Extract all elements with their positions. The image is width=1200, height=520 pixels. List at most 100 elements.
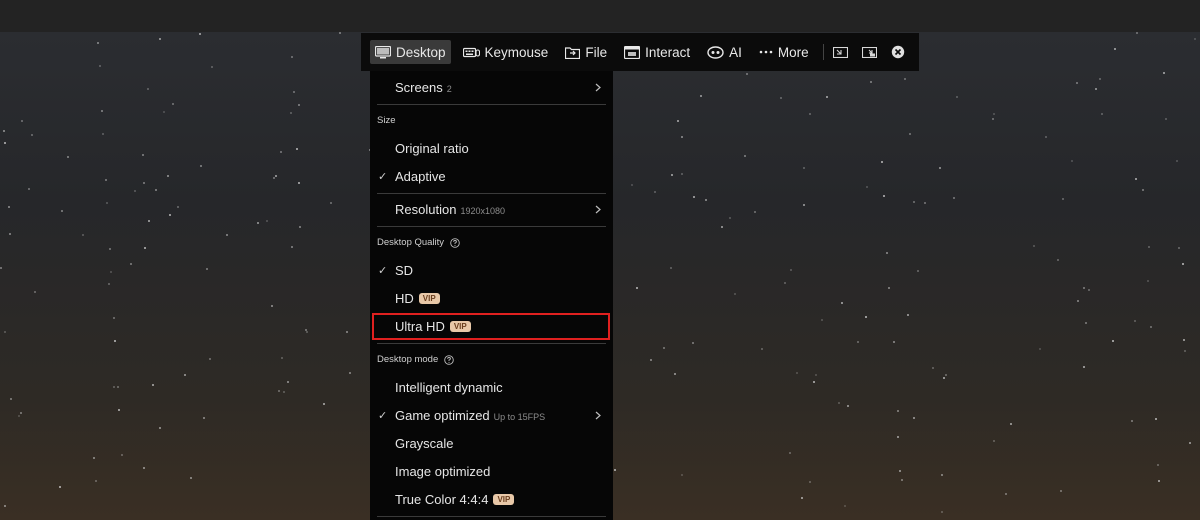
menu-item-hd-label: HD — [395, 291, 414, 306]
menu-item-intelligent-dynamic[interactable]: Intelligent dynamic — [370, 374, 613, 402]
star-dot — [813, 381, 815, 383]
menu-item-image-optimized[interactable]: Image optimized — [370, 458, 613, 486]
toolbar-file-button[interactable]: File — [560, 40, 612, 64]
star-dot — [130, 263, 132, 265]
resolution-value: 1920x1080 — [460, 206, 505, 216]
star-dot — [1033, 245, 1035, 247]
star-dot — [888, 287, 890, 289]
help-circle-icon[interactable] — [444, 355, 455, 365]
ai-robot-icon — [707, 45, 724, 59]
star-dot — [924, 202, 926, 204]
picture-in-picture-button[interactable] — [861, 41, 878, 63]
toolbar-ai-label: AI — [729, 44, 742, 60]
star-dot — [941, 511, 943, 513]
menu-item-grayscale-label: Grayscale — [395, 436, 454, 451]
menu-item-resolution[interactable]: Resolution 1920x1080 — [370, 196, 613, 224]
star-dot — [761, 348, 763, 350]
menu-item-sd-label: SD — [395, 263, 414, 278]
menu-item-true-color[interactable]: True Color 4:4:4 VIP — [370, 486, 613, 514]
screens-count: 2 — [446, 84, 452, 94]
toolbar-ai-button[interactable]: AI — [702, 40, 747, 64]
star-dot — [789, 452, 791, 454]
star-dot — [142, 154, 144, 156]
size-section-header: Size — [377, 115, 396, 126]
star-dot — [206, 268, 208, 270]
minimize-window-button[interactable] — [831, 41, 848, 63]
star-dot — [1155, 418, 1157, 420]
menu-item-game-optimized[interactable]: ✓ Game optimized Up to 15FPS — [370, 402, 613, 430]
menu-item-ultra-hd[interactable]: Ultra HD VIP — [370, 313, 613, 341]
menu-divider — [377, 104, 606, 105]
menu-item-screens[interactable]: Screens 2 — [370, 74, 613, 102]
star-dot — [700, 95, 702, 97]
star-dot — [663, 347, 665, 349]
star-dot — [1076, 82, 1078, 84]
star-dot — [1147, 280, 1149, 282]
toolbar-interact-button[interactable]: Interact — [619, 40, 695, 64]
toolbar-keymouse-label: Keymouse — [484, 44, 549, 60]
star-dot — [290, 112, 292, 114]
star-dot — [99, 65, 101, 67]
star-dot — [899, 470, 901, 472]
star-dot — [1045, 136, 1047, 138]
menu-item-image-optimized-label: Image optimized — [395, 464, 491, 479]
star-dot — [20, 412, 22, 414]
menu-item-adaptive-label: Adaptive — [395, 169, 446, 184]
star-dot — [992, 118, 994, 120]
help-circle-icon[interactable] — [450, 238, 460, 248]
star-dot — [31, 134, 33, 136]
star-dot — [865, 316, 867, 318]
star-dot — [1157, 464, 1159, 466]
star-dot — [147, 88, 149, 90]
menu-item-hd[interactable]: HD VIP — [370, 285, 613, 313]
menu-item-original-ratio-label: Original ratio — [395, 141, 469, 156]
star-dot — [118, 409, 120, 411]
menu-item-sd[interactable]: ✓ SD — [370, 257, 613, 285]
star-dot — [897, 436, 899, 438]
toolbar-keymouse-button[interactable]: Keymouse — [458, 40, 554, 64]
star-dot — [744, 155, 746, 157]
menu-item-hd-text: HD VIP — [395, 285, 440, 313]
star-dot — [3, 130, 5, 132]
star-dot — [870, 81, 872, 83]
star-dot — [1112, 340, 1114, 342]
star-dot — [939, 167, 941, 169]
menu-item-true-color-text: True Color 4:4:4 VIP — [395, 486, 515, 514]
star-dot — [790, 269, 792, 271]
star-dot — [953, 197, 955, 199]
menu-item-grayscale[interactable]: Grayscale — [370, 430, 613, 458]
menu-item-adaptive[interactable]: ✓ Adaptive — [370, 163, 613, 191]
star-dot — [681, 173, 683, 175]
close-session-button[interactable] — [890, 41, 907, 63]
star-dot — [306, 331, 308, 333]
star-dot — [847, 405, 849, 407]
star-dot — [346, 331, 348, 333]
star-dot — [1189, 442, 1191, 444]
desktop-mode-header-label: Desktop mode — [377, 354, 439, 365]
star-dot — [296, 148, 298, 150]
star-dot — [1095, 88, 1097, 90]
star-dot — [93, 457, 95, 459]
star-dot — [881, 161, 883, 163]
star-dot — [281, 357, 283, 359]
menu-item-original-ratio[interactable]: Original ratio — [370, 135, 613, 163]
toolbar-more-button[interactable]: More — [754, 40, 814, 64]
star-dot — [801, 497, 803, 499]
star-dot — [1060, 490, 1062, 492]
star-dot — [211, 66, 213, 68]
star-dot — [298, 182, 300, 184]
star-dot — [993, 440, 995, 442]
star-dot — [729, 217, 731, 219]
star-dot — [956, 96, 958, 98]
toolbar-desktop-button[interactable]: Desktop — [370, 40, 451, 64]
menu-item-game-text: Game optimized Up to 15FPS — [395, 402, 545, 430]
menu-divider — [377, 516, 606, 517]
star-dot — [1099, 78, 1101, 80]
star-dot — [287, 381, 289, 383]
star-dot — [945, 374, 947, 376]
star-dot — [631, 184, 633, 186]
star-dot — [1057, 259, 1059, 261]
more-dots-icon — [759, 50, 773, 54]
star-dot — [113, 317, 115, 319]
star-dot — [278, 390, 280, 392]
